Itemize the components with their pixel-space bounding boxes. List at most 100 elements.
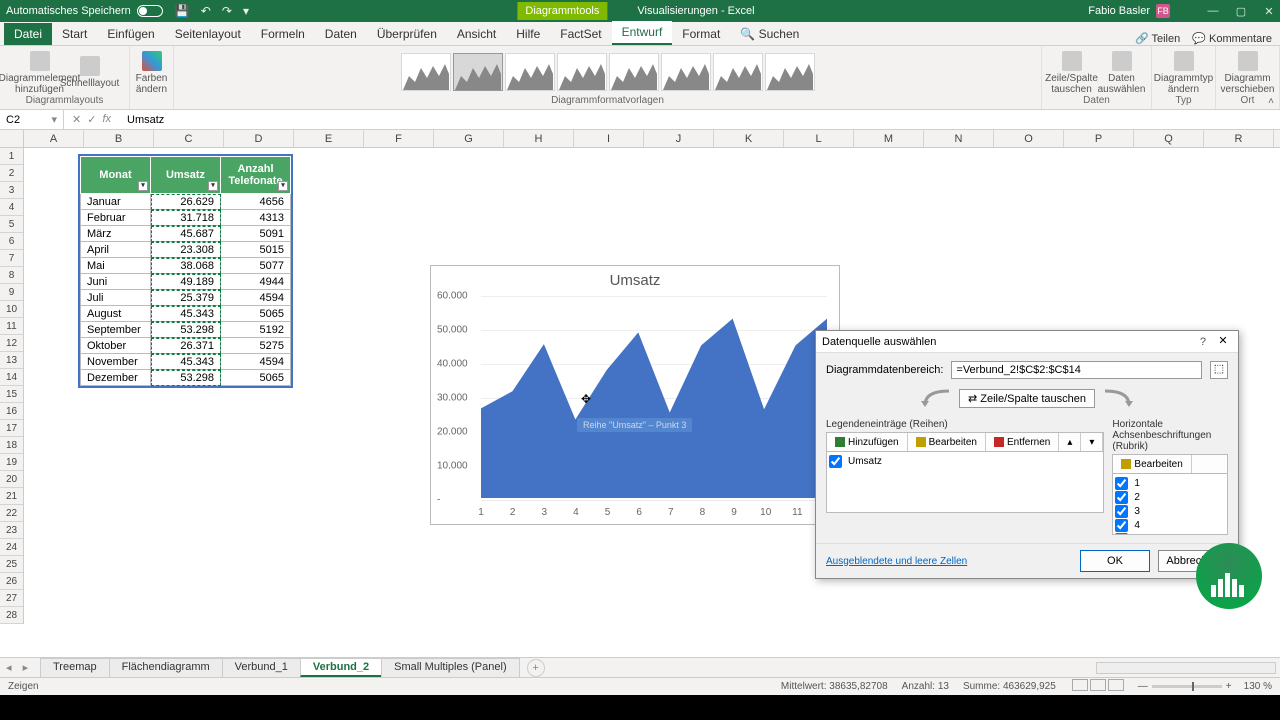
tab-start[interactable]: Start (52, 23, 97, 45)
col-header[interactable]: J (644, 130, 714, 147)
ok-button[interactable]: OK (1080, 550, 1150, 572)
tab-view[interactable]: Ansicht (447, 23, 506, 45)
table-row[interactable]: Juni49.1894944 (81, 274, 291, 290)
row-header[interactable]: 11 (0, 318, 23, 335)
chart-style-preview[interactable] (713, 53, 763, 91)
enter-fx-icon[interactable]: ✓ (87, 113, 96, 126)
tab-factset[interactable]: FactSet (550, 23, 611, 45)
row-header[interactable]: 2 (0, 165, 23, 182)
redo-icon[interactable]: ↷ (222, 4, 232, 18)
chart-plot-area[interactable]: Reihe "Umsatz" – Punkt 3 ✥ (481, 296, 827, 498)
axis-checkbox[interactable] (1115, 491, 1128, 504)
table-row[interactable]: August45.3435065 (81, 306, 291, 322)
row-header[interactable]: 15 (0, 386, 23, 403)
collapse-ribbon-icon[interactable]: ˄ (1268, 96, 1274, 107)
table-row[interactable]: September53.2985192 (81, 322, 291, 338)
col-header[interactable]: I (574, 130, 644, 147)
row-header[interactable]: 13 (0, 352, 23, 369)
select-data-button[interactable]: Daten auswählen (1098, 49, 1146, 95)
table-row[interactable]: Oktober26.3715275 (81, 338, 291, 354)
col-header[interactable]: F (364, 130, 434, 147)
filter-icon[interactable]: ▾ (208, 181, 218, 191)
table-row[interactable]: Januar26.6294656 (81, 194, 291, 210)
chart-style-preview[interactable] (661, 53, 711, 91)
col-header[interactable]: C (154, 130, 224, 147)
dialog-help-icon[interactable]: ? (1200, 336, 1206, 348)
row-header[interactable]: 7 (0, 250, 23, 267)
view-buttons[interactable] (1070, 679, 1124, 694)
switch-row-col-dialog-button[interactable]: ⇄ Zeile/Spalte tauschen (959, 389, 1095, 408)
filter-icon[interactable]: ▾ (278, 181, 288, 191)
series-down-button[interactable]: ▾ (1081, 433, 1103, 451)
tab-data[interactable]: Daten (315, 23, 367, 45)
worksheet-grid[interactable]: ABCDEFGHIJKLMNOPQR 123456789101112131415… (0, 130, 1280, 657)
chart-title[interactable]: Umsatz (431, 266, 839, 291)
col-header[interactable]: D (224, 130, 294, 147)
col-header[interactable]: O (994, 130, 1064, 147)
col-header[interactable]: M (854, 130, 924, 147)
add-chart-element-button[interactable]: Diagrammelement hinzufügen (16, 49, 64, 95)
row-header[interactable]: 4 (0, 199, 23, 216)
account-button[interactable]: Fabio Basler FB (1088, 4, 1170, 18)
change-chart-type-button[interactable]: Diagrammtyp ändern (1160, 49, 1208, 95)
tab-pagelayout[interactable]: Seitenlayout (165, 23, 251, 45)
column-headers[interactable]: ABCDEFGHIJKLMNOPQR (24, 130, 1280, 148)
row-header[interactable]: 25 (0, 556, 23, 573)
zoom-slider[interactable]: — + 130 % (1138, 681, 1272, 692)
data-table[interactable]: Monat▾Umsatz▾Anzahl Telefonate▾Januar26.… (78, 154, 293, 388)
row-header[interactable]: 8 (0, 267, 23, 284)
axis-checkbox[interactable] (1115, 505, 1128, 518)
axis-checkbox[interactable] (1115, 533, 1128, 536)
sheet-nav-icon[interactable]: ◂ ▸ (6, 661, 32, 674)
series-remove-button[interactable]: Entfernen (986, 433, 1059, 451)
tab-review[interactable]: Überprüfen (367, 23, 447, 45)
table-row[interactable]: Mai38.0685077 (81, 258, 291, 274)
series-checkbox[interactable] (829, 455, 842, 468)
table-header[interactable]: Umsatz▾ (151, 157, 221, 194)
row-header[interactable]: 5 (0, 216, 23, 233)
axis-item[interactable]: 4 (1115, 518, 1225, 532)
autosave-switch-icon[interactable] (137, 5, 163, 17)
tab-file[interactable]: Datei (4, 23, 52, 45)
row-header[interactable]: 17 (0, 420, 23, 437)
table-row[interactable]: November45.3434594 (81, 354, 291, 370)
table-row[interactable]: März45.6875091 (81, 226, 291, 242)
search-button[interactable]: 🔍 Suchen (730, 23, 809, 45)
axis-checkbox[interactable] (1115, 477, 1128, 490)
col-header[interactable]: P (1064, 130, 1134, 147)
chart-style-preview[interactable] (401, 53, 451, 91)
chart-style-gallery[interactable] (401, 48, 815, 95)
axis-item[interactable]: 5 (1115, 532, 1225, 535)
name-box[interactable]: C2 ▾ (0, 110, 64, 129)
table-row[interactable]: April23.3085015 (81, 242, 291, 258)
row-header[interactable]: 27 (0, 590, 23, 607)
close-icon[interactable]: ✕ (1262, 5, 1276, 18)
series-add-button[interactable]: Hinzufügen (827, 433, 908, 451)
axis-listbox[interactable]: 1 2 3 4 5 (1112, 473, 1228, 535)
axis-item[interactable]: 2 (1115, 490, 1225, 504)
col-header[interactable]: H (504, 130, 574, 147)
table-header[interactable]: Anzahl Telefonate▾ (221, 157, 291, 194)
chart-object[interactable]: Umsatz -10.00020.00030.00040.00050.00060… (430, 265, 840, 525)
filter-icon[interactable]: ▾ (138, 181, 148, 191)
row-header[interactable]: 12 (0, 335, 23, 352)
hidden-cells-button[interactable]: Ausgeblendete und leere Zellen (826, 556, 967, 567)
col-header[interactable]: A (24, 130, 84, 147)
table-row[interactable]: Dezember53.2985065 (81, 370, 291, 386)
chart-style-preview[interactable] (765, 53, 815, 91)
autosave-toggle[interactable]: Automatisches Speichern (6, 5, 163, 17)
row-header[interactable]: 23 (0, 522, 23, 539)
formula-input[interactable]: Umsatz (119, 114, 1280, 126)
tab-help[interactable]: Hilfe (506, 23, 550, 45)
chart-range-input[interactable] (951, 361, 1202, 379)
cancel-fx-icon[interactable]: ✕ (72, 113, 81, 126)
comments-button[interactable]: 💬 Kommentare (1192, 32, 1272, 45)
table-row[interactable]: Februar31.7184313 (81, 210, 291, 226)
sheet-tab[interactable]: Small Multiples (Panel) (381, 658, 519, 677)
axis-item[interactable]: 3 (1115, 504, 1225, 518)
move-chart-button[interactable]: Diagramm verschieben (1224, 49, 1272, 95)
tab-formulas[interactable]: Formeln (251, 23, 315, 45)
row-headers[interactable]: 1234567891011121314151617181920212223242… (0, 148, 24, 624)
col-header[interactable]: B (84, 130, 154, 147)
chart-style-preview[interactable] (557, 53, 607, 91)
